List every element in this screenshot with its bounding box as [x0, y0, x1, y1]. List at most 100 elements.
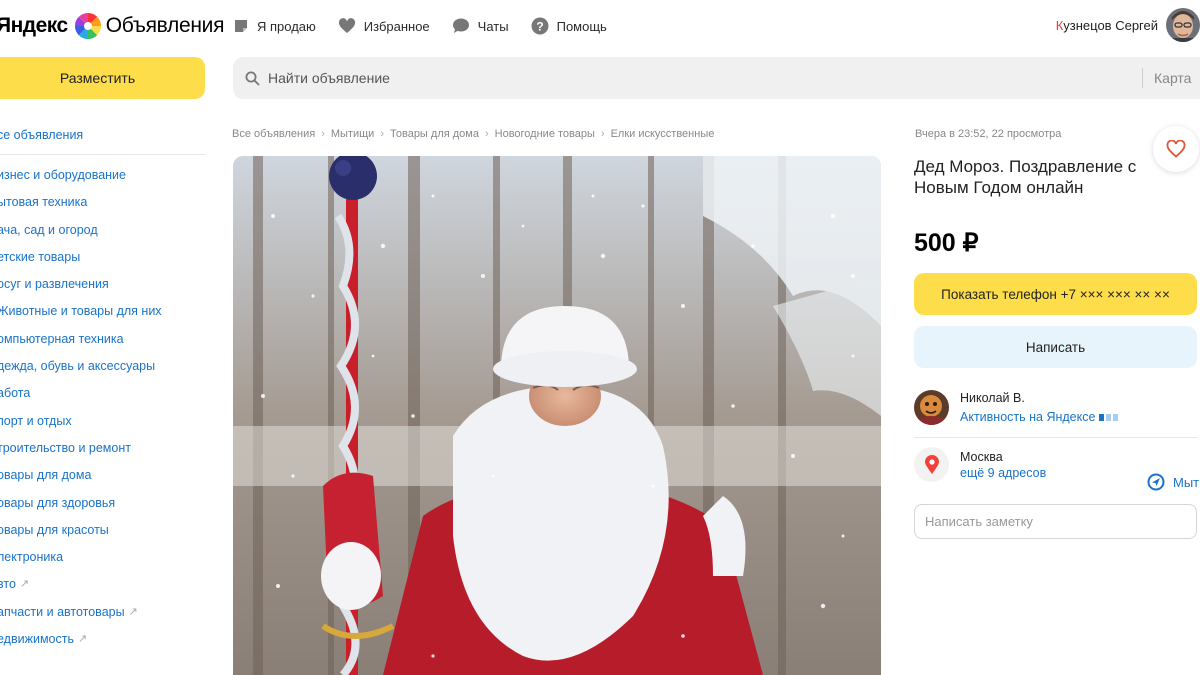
seller-avatar[interactable]	[914, 390, 949, 425]
logo-brand: Яндекс	[0, 14, 68, 37]
location-city: Москва	[960, 450, 1003, 464]
nav-help[interactable]: ? Помощь	[531, 17, 607, 35]
note-input[interactable]	[914, 504, 1197, 539]
category-item[interactable]: изнес и оборудование	[0, 167, 205, 194]
category-item[interactable]: едвижимость ↗	[0, 631, 205, 658]
category-item[interactable]: Животные и товары для них	[0, 303, 205, 330]
seller-name: Николай В.	[960, 391, 1025, 405]
external-link-icon: ↗	[77, 633, 88, 646]
category-label: едвижимость	[0, 632, 74, 647]
nav-help-label: Помощь	[556, 18, 607, 34]
category-item[interactable]: овары для дома	[0, 467, 205, 494]
help-icon: ?	[531, 17, 549, 35]
category-item[interactable]: троительство и ремонт	[0, 440, 205, 467]
location-pin-icon	[914, 447, 949, 482]
category-item[interactable]: дежда, обувь и аксессуары	[0, 358, 205, 385]
post-ad-button[interactable]: Разместить	[0, 57, 205, 99]
category-label: изнес и оборудование	[0, 168, 126, 182]
category-label: лектроника	[0, 550, 64, 565]
category-item[interactable]: абота	[0, 385, 205, 412]
breadcrumb-chevron-icon: ›	[484, 128, 489, 140]
category-item[interactable]: вто ↗	[0, 576, 205, 603]
top-header: Яндекс Объявления Я продаю Избранное Чат…	[0, 0, 1200, 491]
category-item[interactable]: лектроника	[0, 549, 205, 576]
external-link-icon: ↗	[128, 605, 138, 618]
search-divider	[1142, 68, 1143, 88]
category-item[interactable]: осуг и развлечения	[0, 276, 205, 303]
category-all[interactable]: се объявления	[0, 128, 205, 155]
heart-outline-icon	[1166, 140, 1186, 158]
category-label: Животные и товары для них	[0, 304, 162, 319]
category-sidebar: се объявления изнес и оборудование ытовая…	[0, 128, 205, 658]
breadcrumb-chevron-icon: ›	[380, 128, 384, 140]
category-label: порт и отдых	[0, 413, 72, 428]
category-label: абота	[0, 386, 31, 401]
top-nav: Я продаю Избранное Чаты ? Помощь Мытищи	[233, 15, 1200, 491]
category-label: етские товары	[0, 249, 81, 264]
activity-bar	[1106, 413, 1112, 421]
write-message-button[interactable]: Написать	[914, 326, 1197, 368]
location-block: Москва ещё 9 адресов	[914, 447, 1197, 487]
logo-wheel-icon	[74, 12, 101, 40]
nav-my-sales-label: Я продаю	[257, 18, 316, 34]
category-label: овары для здоровья	[0, 495, 116, 510]
category-label: вто	[0, 577, 16, 592]
seller-card[interactable]: Николай В. Активность на Яндексе	[914, 389, 1197, 438]
chat-icon	[452, 18, 469, 33]
category-item[interactable]: овары для здоровья	[0, 495, 205, 522]
category-label: осуг и развлечения	[0, 277, 109, 292]
card-icon	[235, 20, 247, 32]
category-label: троительство и ремонт	[0, 440, 131, 455]
breadcrumb-item[interactable]: Товары для дома	[390, 128, 479, 140]
category-label: овары для красоты	[0, 522, 109, 537]
external-link-icon: ↗	[19, 578, 30, 591]
listing-title: Дед Мороз. Поздравление с Новым Годом он…	[914, 157, 1137, 197]
nav-my-sales[interactable]: Я продаю	[233, 18, 316, 34]
breadcrumb-item[interactable]: Мытищи	[331, 128, 374, 140]
category-label: ытовая техника	[0, 195, 88, 210]
category-label: дежда, обувь и аксессуары	[0, 359, 156, 374]
user-avatar[interactable]	[1166, 8, 1200, 42]
nav-chats-label: Чаты	[477, 18, 509, 34]
category-list: изнес и оборудование ытовая техника ача, с…	[0, 167, 205, 658]
logo-product: Объявления	[105, 14, 225, 37]
nav-favorites[interactable]: Избранное	[338, 18, 430, 34]
user-avatar-image	[1166, 8, 1200, 42]
listing-meta: Вчера в 23:52, 22 просмотра	[915, 128, 1062, 140]
logo[interactable]: Яндекс Объявления	[0, 11, 224, 41]
seller-activity-link[interactable]: Активность на Яндексе	[960, 410, 1120, 424]
category-item[interactable]: ача, сад и огород	[0, 222, 205, 249]
more-addresses-link[interactable]: ещё 9 адресов	[960, 466, 1046, 480]
heart-icon	[338, 18, 355, 33]
svg-text:?: ?	[536, 20, 543, 34]
seller-activity-label: Активность на Яндексе	[960, 410, 1096, 424]
category-item[interactable]: порт и отдых	[0, 413, 205, 440]
category-item[interactable]: ытовая техника	[0, 194, 205, 221]
favorite-button[interactable]	[1153, 126, 1199, 172]
show-phone-button[interactable]: Показать телефон +7 ××× ××× ×× ××	[914, 273, 1197, 315]
category-item[interactable]: апчасти и автотовары ↗	[0, 604, 205, 631]
santa-claus-photo	[233, 156, 881, 675]
breadcrumb-item[interactable]: Все объявления	[232, 128, 315, 140]
category-item[interactable]: етские товары	[0, 249, 205, 276]
category-item[interactable]: овары для красоты	[0, 522, 205, 549]
search-bar[interactable]: Найти объявление Карта	[233, 57, 1200, 99]
activity-level-indicator	[1099, 413, 1120, 421]
breadcrumb-chevron-icon: ›	[321, 128, 325, 140]
map-button[interactable]: Карта	[1154, 70, 1200, 86]
nav-chats[interactable]: Чаты	[452, 18, 509, 34]
activity-bar	[1113, 413, 1119, 421]
listing-photo[interactable]	[233, 156, 881, 675]
user-name: Кузнецов Сергей	[1056, 18, 1158, 33]
user-menu[interactable]: Кузнецов Сергей	[1056, 8, 1200, 42]
category-label: омпьютерная техника	[0, 331, 124, 346]
breadcrumb-item[interactable]: Новогодние товары	[495, 128, 595, 140]
category-item[interactable]: омпьютерная техника	[0, 331, 205, 358]
search-input[interactable]: Найти объявление	[268, 70, 1142, 86]
breadcrumb: Все объявления › Мытищи › Товары для дома › Но…	[232, 128, 714, 140]
user-name-rest: узнецов Сергей	[1063, 17, 1158, 33]
activity-bar	[1099, 413, 1105, 421]
breadcrumb-item[interactable]: Елки искусственные	[611, 128, 715, 140]
listing-price: 500 ₽	[914, 229, 979, 257]
nav-favorites-label: Избранное	[363, 18, 430, 34]
